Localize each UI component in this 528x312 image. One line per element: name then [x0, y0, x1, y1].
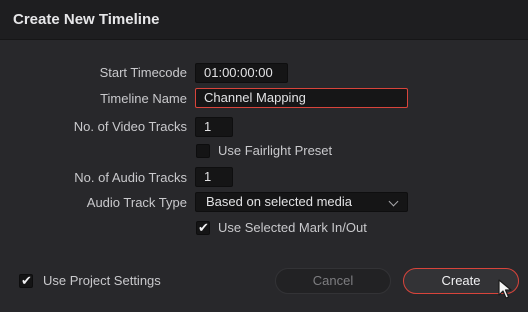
project-settings-label: Use Project Settings [43, 273, 161, 288]
timeline-name-label: Timeline Name [100, 91, 187, 106]
checkmark-icon: ✔ [21, 273, 32, 288]
audio-tracks-label: No. of Audio Tracks [74, 170, 187, 185]
start-timecode-label: Start Timecode [99, 65, 187, 80]
fairlight-preset-checkbox[interactable] [196, 144, 210, 158]
create-timeline-dialog: Create New Timeline Start Timecode 01:00… [0, 0, 528, 312]
dialog-title: Create New Timeline [13, 11, 160, 28]
chevron-down-icon [388, 196, 399, 207]
checkmark-icon: ✔ [198, 220, 209, 235]
audio-track-type-label: Audio Track Type [86, 195, 187, 210]
mark-in-out-label: Use Selected Mark In/Out [218, 220, 367, 235]
cancel-button[interactable]: Cancel [275, 268, 391, 294]
fairlight-preset-label: Use Fairlight Preset [218, 143, 333, 158]
video-tracks-input[interactable]: 1 [195, 117, 233, 137]
audio-tracks-input[interactable]: 1 [195, 167, 233, 187]
start-timecode-input[interactable]: 01:00:00:00 [195, 63, 288, 83]
audio-track-type-dropdown[interactable]: Based on selected media [195, 192, 408, 212]
video-tracks-label: No. of Video Tracks [73, 119, 187, 134]
mouse-pointer-icon [498, 279, 512, 299]
project-settings-checkbox[interactable]: ✔ [19, 273, 33, 288]
audio-track-type-value: Based on selected media [206, 194, 352, 209]
mark-in-out-checkbox[interactable]: ✔ [196, 220, 210, 235]
title-bar: Create New Timeline [0, 0, 528, 40]
timeline-name-input[interactable]: Channel Mapping [195, 88, 408, 108]
